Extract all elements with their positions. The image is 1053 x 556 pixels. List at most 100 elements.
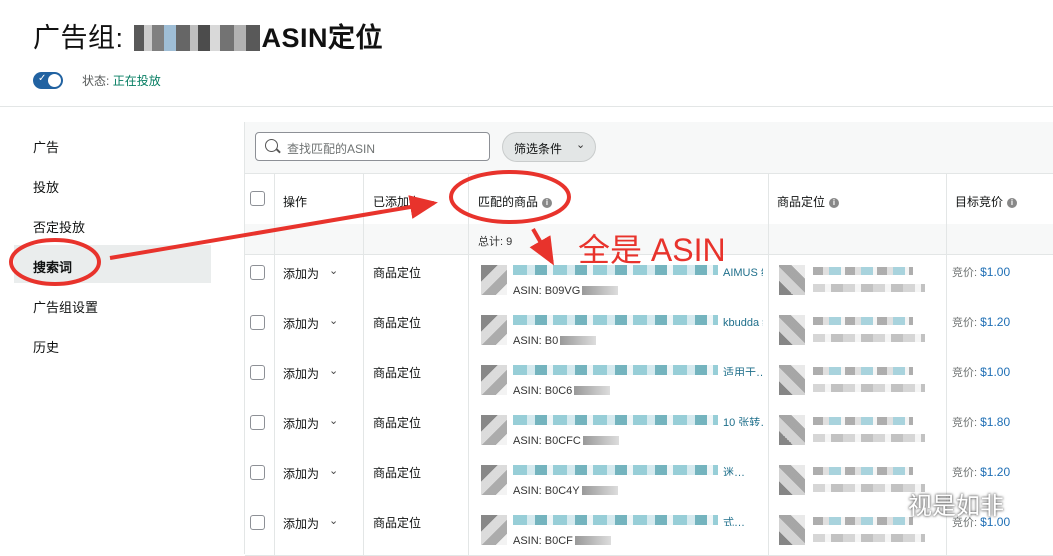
target-title-redacted: [813, 317, 913, 325]
chevron-down-icon[interactable]: ⌄: [329, 364, 338, 377]
column-header-matched-product-label: 匹配的商品: [478, 195, 539, 209]
product-asin: ASIN: B0: [513, 335, 597, 347]
product-title-text: 迷…: [723, 467, 745, 476]
asin-text: ASIN: B0C6: [513, 385, 573, 397]
column-header-target-bid[interactable]: 目标竞价 i: [955, 193, 1018, 210]
redacted-ad-group-name: [133, 25, 260, 51]
target-thumbnail: [779, 365, 805, 395]
product-asin: ASIN: B0C6: [513, 385, 611, 397]
info-icon: i: [829, 198, 840, 208]
sidebar: 广告 投放 否定投放 搜索词 广告组设置 历史: [0, 107, 222, 554]
target-title-redacted: [813, 367, 913, 375]
product-asin: ASIN: B0CF: [513, 535, 611, 547]
product-thumbnail: [481, 415, 507, 445]
add-as-dropdown[interactable]: 添加为: [283, 315, 319, 332]
bid-value[interactable]: $1.80: [980, 415, 1010, 429]
status-label: 状态:: [82, 74, 110, 88]
toggle-knob: [48, 74, 61, 87]
product-asin: ASIN: B0C4Y: [513, 485, 618, 497]
column-header-action: 操作: [283, 195, 308, 209]
asin-text: ASIN: B09VG: [513, 285, 581, 297]
add-as-dropdown[interactable]: 添加为: [283, 415, 319, 432]
add-as-dropdown[interactable]: 添加为: [283, 465, 319, 482]
table-row: 添加为 ⌄ 商品定位 kbudda 纹… ASIN: B0 竞价: $1.20: [245, 305, 1053, 356]
product-thumbnail: [481, 365, 507, 395]
product-title[interactable]: 10 张转…: [513, 414, 763, 426]
product-thumbnail: [481, 315, 507, 345]
product-title-text: 式…: [723, 517, 745, 526]
product-thumbnail: [481, 515, 507, 545]
sidebar-item-history[interactable]: 历史: [33, 337, 59, 356]
asin-redacted: [574, 386, 611, 395]
asin-redacted: [574, 536, 611, 545]
page-title-suffix: ASIN定位: [261, 23, 384, 53]
status-text: 状态: 正在投放: [82, 72, 161, 89]
product-title-text: 10 张转…: [723, 417, 763, 426]
info-icon: i: [1007, 198, 1018, 208]
product-asin: ASIN: B09VG: [513, 285, 619, 297]
row-checkbox[interactable]: [250, 315, 265, 330]
row-checkbox[interactable]: [250, 365, 265, 380]
bid-label: 竞价:: [952, 467, 978, 479]
select-all-checkbox[interactable]: [250, 191, 265, 206]
status-toggle[interactable]: ✓: [33, 72, 63, 89]
bid-value[interactable]: $1.20: [980, 465, 1010, 479]
row-checkbox[interactable]: [250, 265, 265, 280]
target-title-redacted: [813, 467, 913, 475]
sidebar-item-targeting[interactable]: 投放: [33, 177, 59, 196]
column-header-target-bid-label: 目标竞价: [955, 195, 1004, 209]
filter-button[interactable]: 筛选条件 ⌄: [502, 132, 596, 162]
target-title-redacted: [813, 417, 913, 425]
target-asin-redacted: [813, 534, 925, 542]
product-title-text: AIMUS 纹理复制印纸便…: [723, 267, 763, 276]
bid-value[interactable]: $1.20: [980, 315, 1010, 329]
sidebar-item-ad-group-settings[interactable]: 广告组设置: [33, 297, 98, 316]
product-title[interactable]: kbudda 纹…: [513, 314, 763, 326]
product-title[interactable]: 迷…: [513, 464, 763, 476]
target-thumbnail: [779, 415, 805, 445]
chevron-down-icon[interactable]: ⌄: [329, 464, 338, 477]
watermark-text: 视是如非: [908, 492, 1004, 520]
asin-text: ASIN: B0CFC: [513, 435, 581, 447]
bid-value[interactable]: $1.00: [980, 265, 1010, 279]
page-title: 广告组: ASIN定位: [33, 16, 383, 55]
product-title[interactable]: 式…: [513, 514, 763, 526]
bid-cell: 竞价: $1.00: [952, 264, 1010, 280]
chevron-down-icon[interactable]: ⌄: [329, 514, 338, 527]
product-title-text: kbudda 纹…: [723, 317, 763, 326]
page-header: 广告组: ASIN定位 ✓ 状态: 正在投放: [0, 0, 1053, 107]
row-checkbox[interactable]: [250, 465, 265, 480]
chevron-down-icon[interactable]: ⌄: [329, 264, 338, 277]
bid-label: 竞价:: [952, 367, 978, 379]
bid-cell: 竞价: $1.20: [952, 464, 1010, 480]
chevron-down-icon[interactable]: ⌄: [329, 314, 338, 327]
column-header-matched-product[interactable]: 匹配的商品 i: [478, 193, 553, 210]
bid-cell: 竞价: $1.00: [952, 364, 1010, 380]
asin-text: ASIN: B0C4Y: [513, 485, 580, 497]
added-as-value: 商品定位: [373, 266, 422, 280]
add-as-dropdown[interactable]: 添加为: [283, 365, 319, 382]
column-divider: [363, 174, 364, 555]
row-checkbox[interactable]: [250, 415, 265, 430]
target-title-redacted: [813, 517, 913, 525]
product-title[interactable]: 适用于…: [513, 364, 763, 376]
chevron-down-icon[interactable]: ⌄: [329, 414, 338, 427]
sidebar-item-search-terms[interactable]: 搜索词: [33, 257, 72, 276]
chevron-down-icon: ⌄: [576, 139, 586, 151]
asin-redacted: [560, 336, 597, 345]
sidebar-item-ads[interactable]: 广告: [33, 137, 59, 156]
table-row: 添加为 ⌄ 商品定位 10 张转… ASIN: B0CFC 竞价: $1.80: [245, 405, 1053, 456]
info-icon: i: [542, 198, 553, 208]
row-checkbox[interactable]: [250, 515, 265, 530]
bid-value[interactable]: $1.00: [980, 365, 1010, 379]
filter-label: 筛选条件: [514, 142, 563, 156]
search-input[interactable]: 查找匹配的ASIN: [255, 132, 490, 161]
column-divider: [274, 174, 275, 555]
sidebar-item-negative-targeting[interactable]: 否定投放: [33, 217, 85, 236]
add-as-dropdown[interactable]: 添加为: [283, 265, 319, 282]
target-asin-redacted: [813, 434, 925, 442]
asin-redacted: [582, 436, 619, 445]
column-header-product-targeting-label: 商品定位: [777, 195, 826, 209]
column-header-product-targeting[interactable]: 商品定位 i: [777, 193, 840, 210]
add-as-dropdown[interactable]: 添加为: [283, 515, 319, 532]
